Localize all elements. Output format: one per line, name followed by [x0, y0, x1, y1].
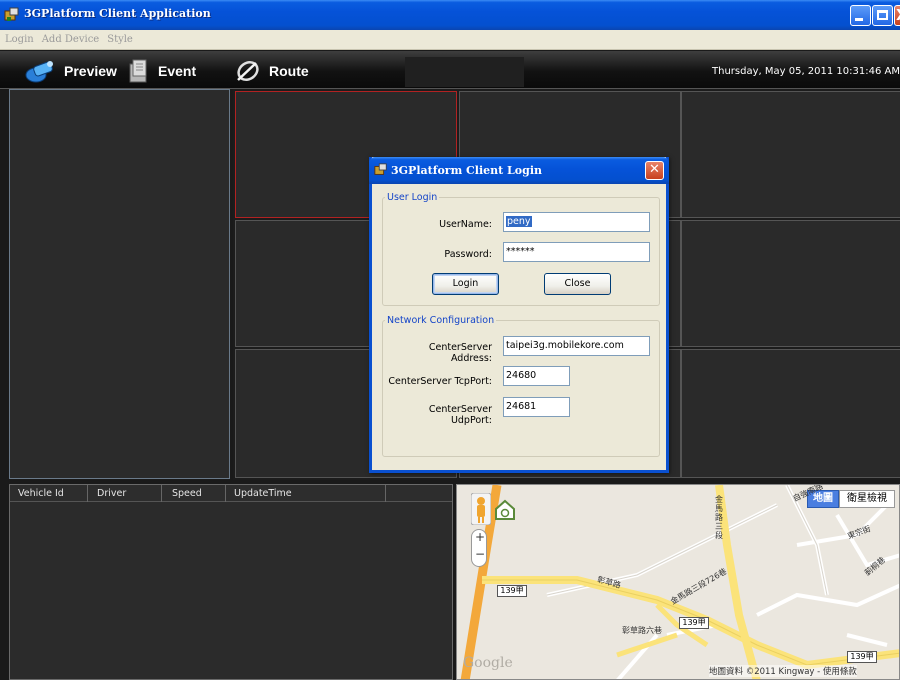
- password-field[interactable]: ******: [503, 242, 650, 262]
- preview-button[interactable]: Preview: [24, 58, 117, 84]
- road-shield: 139甲: [497, 585, 527, 597]
- pegman-icon[interactable]: [471, 493, 491, 525]
- menu-login[interactable]: Login: [0, 30, 37, 45]
- vehicle-table-header: Vehicle Id Driver Speed UpdateTime: [10, 485, 452, 502]
- login-dialog-title: 3GPlatform Client Login: [391, 164, 542, 177]
- video-cell-3[interactable]: [681, 91, 900, 218]
- map-view[interactable]: + − 地圖 衛星檢視 139甲 139甲 139甲 金馬路三段 彰草路 金馬路…: [456, 484, 900, 680]
- map-attribution[interactable]: 地圖資料 ©2011 Kingway - 使用條款: [709, 665, 857, 677]
- video-cell-6[interactable]: [681, 220, 900, 347]
- title-bar[interactable]: 3GPlatform Client Application X: [0, 0, 900, 30]
- username-label: UserName:: [439, 219, 492, 230]
- map-place-label: 金馬路三段: [715, 495, 723, 540]
- minimize-button[interactable]: [850, 5, 871, 26]
- event-icon: [129, 59, 147, 83]
- network-configuration-legend: Network Configuration: [387, 315, 495, 326]
- road-shield: 139甲: [679, 617, 709, 629]
- toolbar: Preview Event Route Thursday, May 05, 20…: [0, 51, 900, 89]
- username-field[interactable]: peny: [503, 212, 650, 232]
- map-canvas: [457, 485, 899, 679]
- home-icon[interactable]: [494, 499, 516, 521]
- zoom-control: + −: [471, 529, 487, 567]
- user-login-legend: User Login: [387, 192, 438, 203]
- column-header-driver[interactable]: Driver: [97, 488, 126, 499]
- column-header-update-time[interactable]: UpdateTime: [234, 488, 292, 499]
- udp-port-label: CenterServer UdpPort:: [428, 404, 492, 426]
- dialog-close-icon[interactable]: ✕: [645, 161, 664, 180]
- column-header-speed[interactable]: Speed: [172, 488, 202, 499]
- login-dialog: 3GPlatform Client Login ✕ User Login Use…: [369, 157, 669, 473]
- close-window-button[interactable]: X: [894, 5, 900, 26]
- video-cell-9[interactable]: [681, 349, 900, 478]
- column-header-vehicle-id[interactable]: Vehicle Id: [18, 488, 64, 499]
- google-logo: Google: [463, 655, 513, 671]
- app-icon: [374, 163, 387, 175]
- preview-label: Preview: [64, 63, 117, 79]
- datetime-display: Thursday, May 05, 2011 10:31:46 AM: [712, 66, 900, 77]
- vehicle-table[interactable]: Vehicle Id Driver Speed UpdateTime: [9, 484, 453, 680]
- login-dialog-title-bar[interactable]: 3GPlatform Client Login ✕: [369, 157, 669, 184]
- tcp-port-field[interactable]: 24680: [503, 366, 570, 386]
- road-shield: 139甲: [847, 651, 877, 663]
- menu-style[interactable]: Style: [102, 30, 136, 45]
- menu-add-device[interactable]: Add Device: [37, 30, 103, 45]
- route-icon: [237, 61, 259, 81]
- password-label: Password:: [444, 249, 492, 260]
- close-button[interactable]: Close: [544, 273, 611, 295]
- tcp-port-label: CenterServer TcpPort:: [388, 376, 492, 387]
- camera-icon: [25, 61, 53, 83]
- zoom-in-button[interactable]: +: [475, 530, 485, 544]
- zoom-out-button[interactable]: −: [475, 547, 485, 561]
- map-type-satellite-button[interactable]: 衛星檢視: [839, 490, 895, 508]
- event-button[interactable]: Event: [128, 58, 196, 84]
- device-tree-panel[interactable]: [9, 89, 230, 479]
- event-label: Event: [158, 63, 197, 79]
- window-title: 3GPlatform Client Application: [24, 7, 211, 20]
- map-place-label: 彰草路六巷: [622, 626, 662, 635]
- main-window: 3GPlatform Client Application X LoginAdd…: [0, 0, 900, 680]
- server-address-label: CenterServer Address:: [428, 342, 492, 364]
- app-icon: [4, 7, 19, 21]
- route-button[interactable]: Route: [235, 58, 309, 84]
- menu-bar: Login Add Device Style: [0, 30, 900, 50]
- route-label: Route: [269, 63, 309, 79]
- login-button[interactable]: Login: [432, 273, 499, 295]
- toolbar-blank-area: [405, 57, 524, 87]
- server-address-field[interactable]: taipei3g.mobilekore.com: [503, 336, 650, 356]
- maximize-button[interactable]: [872, 5, 893, 26]
- udp-port-field[interactable]: 24681: [503, 397, 570, 417]
